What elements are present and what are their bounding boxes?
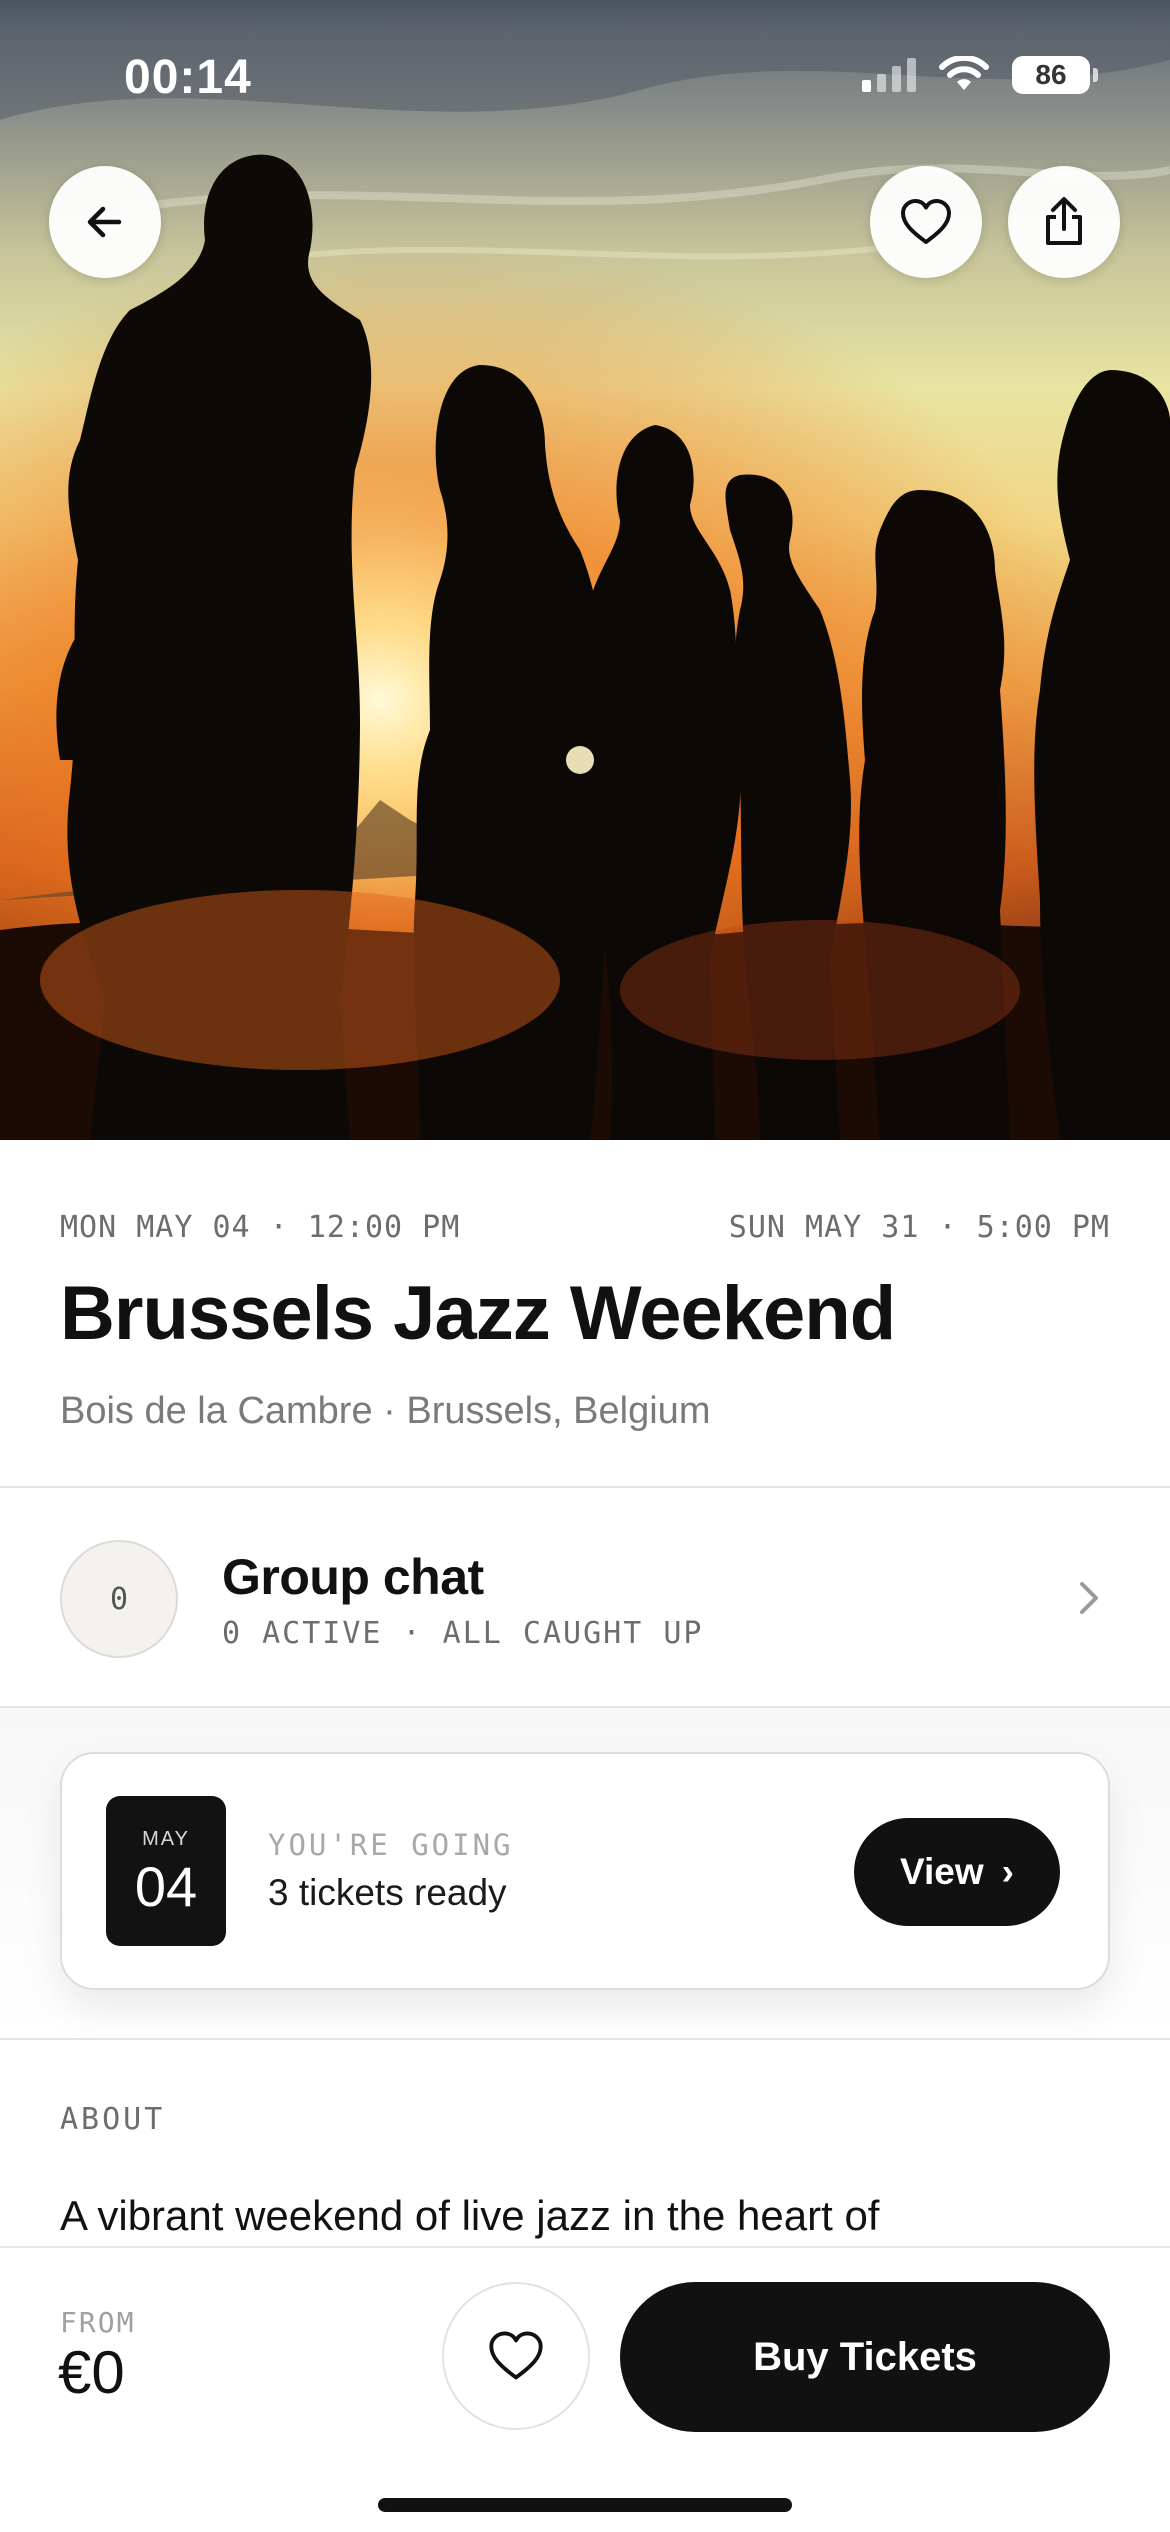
tickets-ready-text: 3 tickets ready [268, 1872, 507, 1913]
share-icon [1046, 197, 1082, 245]
date-tile: MAY 04 [106, 1796, 226, 1946]
hero-image: 00:14 86 [0, 0, 1170, 1140]
status-time: 00:14 [124, 51, 252, 104]
heart-icon [901, 199, 951, 244]
purchase-bar: FROM €0 Buy Tickets [0, 2246, 1170, 2532]
buy-tickets-button[interactable]: Buy Tickets [620, 2282, 1110, 2432]
about-text: A vibrant weekend of live jazz in the he… [60, 2192, 880, 2239]
end-date: SUN MAY 31 · 5:00 PM [728, 1210, 1110, 1245]
silhouette-scene [0, 0, 1170, 1140]
back-button[interactable] [49, 166, 161, 278]
event-title: Brussels Jazz Weekend [60, 1271, 896, 1356]
date-tile-day: 04 [134, 1855, 198, 1918]
wifi-icon [939, 56, 989, 90]
cellular-signal-icon [862, 58, 916, 92]
divider [0, 1486, 1170, 1488]
share-button[interactable] [1008, 166, 1120, 278]
going-label: YOU'RE GOING [268, 1828, 514, 1862]
tickets-card[interactable]: MAY 04 YOU'RE GOING 3 tickets ready View… [60, 1752, 1110, 1990]
chat-count-badge: 0 [60, 1540, 178, 1658]
about-heading: ABOUT [60, 2102, 166, 2137]
event-venue[interactable]: Bois de la Cambre · Brussels, Belgium [60, 1390, 710, 1433]
status-icons: 86 [862, 56, 1098, 94]
save-event-button[interactable] [442, 2282, 590, 2430]
date-tile-month: MAY [142, 1828, 190, 1850]
price-value: €0 [58, 2339, 125, 2406]
view-tickets-button[interactable]: View › [854, 1818, 1060, 1926]
favorite-button[interactable] [870, 166, 982, 278]
event-detail-screen: 00:14 86 MON MAY 04 · 12:00 PM SUN MAY 3… [0, 0, 1170, 2532]
group-chat-status: 0 ACTIVE · ALL CAUGHT UP [222, 1616, 704, 1651]
group-chat-title: Group chat [222, 1549, 484, 1605]
chevron-right-icon: › [1001, 1851, 1014, 1892]
battery-indicator: 86 [1012, 56, 1098, 94]
home-indicator[interactable] [378, 2498, 792, 2512]
start-date: MON MAY 04 · 12:00 PM [60, 1210, 461, 1245]
group-chat-row[interactable]: 0 Group chat 0 ACTIVE · ALL CAUGHT UP [0, 1490, 1170, 1706]
view-button-label: View [900, 1851, 984, 1892]
price-from-label: FROM [60, 2306, 136, 2339]
arrow-left-icon [87, 206, 122, 238]
event-dates: MON MAY 04 · 12:00 PM SUN MAY 31 · 5:00 … [60, 1210, 1110, 1245]
chevron-right-icon [1080, 1582, 1098, 1614]
divider [0, 2038, 1170, 2040]
heart-icon [489, 2331, 543, 2380]
